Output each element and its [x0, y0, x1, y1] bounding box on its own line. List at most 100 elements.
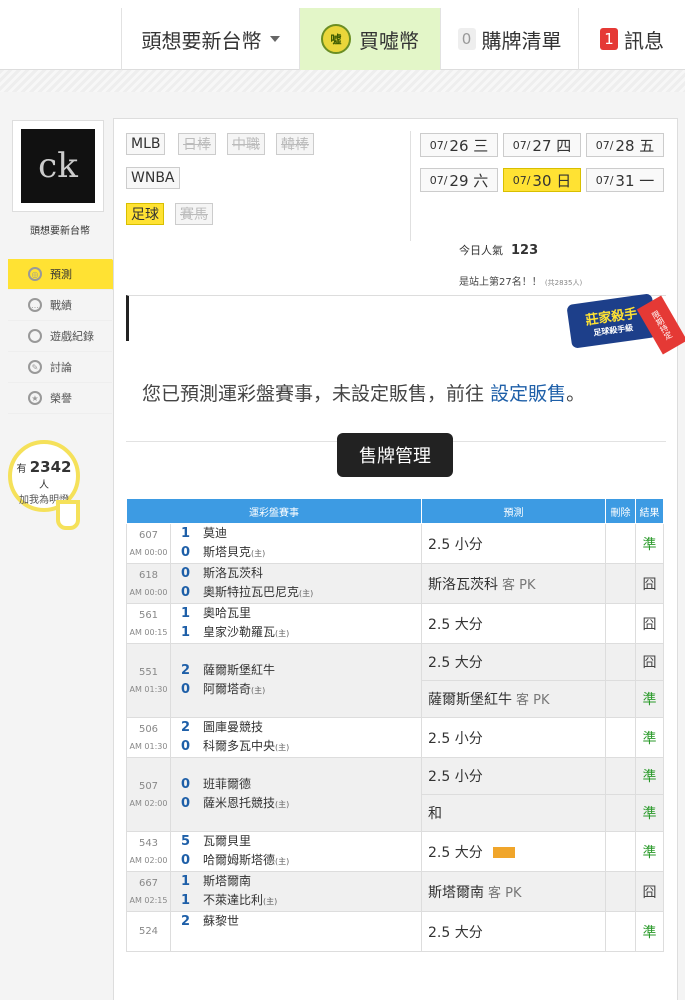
home-marker: (主)	[251, 549, 266, 558]
sidebar-item-discuss[interactable]: ✎ 討論	[8, 352, 112, 383]
home-score: 0	[181, 739, 191, 754]
away-score: 5	[181, 834, 191, 849]
delete-cell	[605, 563, 636, 604]
divider	[410, 131, 411, 241]
home-team: 0 阿爾塔奇(主)	[181, 680, 421, 700]
home-team: 1 不萊達比利(主)	[181, 891, 421, 911]
table-body: 607 AM 00:00 1 莫迪 0 斯塔貝克(主) 2.5 小分準 618 AM 00:00…	[126, 523, 664, 952]
date-0726[interactable]: 07/26 三	[420, 133, 498, 157]
teams-cell: 0 斯洛瓦茨科 0 奧斯特拉瓦巴尼克(主)	[170, 563, 422, 604]
date-month: 07/	[429, 173, 448, 187]
game-time: AM 02:00	[129, 798, 168, 808]
game-id: 524	[138, 926, 159, 937]
buy-coin-button[interactable]: 噓 買噓幣	[299, 8, 440, 70]
sidebar-item-game-log[interactable]: 遊戲紀錄	[8, 321, 112, 352]
delete-cell	[605, 523, 636, 564]
league-horse: 賽馬	[175, 203, 213, 225]
pencil-icon: ✎	[28, 360, 42, 374]
game-id-cell: 524	[126, 911, 171, 952]
date-month: 07/	[595, 138, 614, 152]
away-team-name: 奧哈瓦里	[203, 606, 252, 620]
prediction-main: 2.5 大分	[428, 924, 483, 941]
home-team: 0 薩米恩托競技(主)	[181, 794, 421, 814]
home-team: 0 奧斯特拉瓦巴尼克(主)	[181, 583, 421, 603]
circle-icon	[28, 329, 42, 343]
date-0727[interactable]: 07/27 四	[503, 133, 581, 157]
home-team: 0 斯塔貝克(主)	[181, 543, 421, 563]
sell-management-button[interactable]: 售牌管理	[337, 433, 453, 477]
sidebar-item-predict[interactable]: ◎ 預測	[8, 259, 124, 290]
home-team-name: 阿爾塔奇	[203, 682, 252, 696]
home-team-name: 哈爾姆斯塔德	[203, 853, 276, 867]
delete-cell	[605, 871, 636, 912]
league-npb: 日棒	[178, 133, 216, 155]
sidebar-item-label: 遊戲紀錄	[50, 330, 94, 343]
prediction-cell: 斯塔爾南客 PK	[421, 871, 606, 912]
date-day: 26 三	[449, 136, 489, 155]
teams-cell: 2 蘇黎世	[170, 911, 422, 952]
home-marker: (主)	[275, 743, 290, 752]
sidebar: ck 頭想要新台幣 ◎ 預測 … 戰績 遊戲紀錄 ✎ 討論 ★ 榮譽	[8, 120, 124, 414]
sidebar-item-record[interactable]: … 戰績	[8, 290, 112, 321]
rank: 是站上第27名！！ (共2835人)	[459, 273, 582, 288]
fans-count: 2342	[29, 458, 72, 476]
result-cell: 囧	[635, 603, 664, 644]
away-score: 0	[181, 777, 191, 792]
game-id-cell: 507 AM 02:00	[126, 757, 171, 832]
set-sale-link[interactable]: 設定販售	[490, 383, 566, 405]
date-day: 31 一	[615, 171, 655, 190]
home-score: 0	[181, 585, 191, 600]
result-cell: 準	[635, 523, 664, 564]
teams-cell: 2 圖庫曼競技 0 科爾多瓦中央(主)	[170, 717, 422, 758]
date-month: 07/	[429, 138, 448, 152]
header-result: 結果	[635, 498, 664, 524]
home-score: 0	[181, 545, 191, 560]
avatar[interactable]: ck	[12, 120, 104, 212]
prediction-main: 2.5 大分	[428, 616, 483, 633]
game-id-cell: 561 AM 00:15	[126, 603, 171, 644]
messages-button[interactable]: 1 訊息	[578, 8, 685, 70]
league-wnba[interactable]: WNBA	[126, 167, 180, 189]
purchase-list-button[interactable]: 0 購牌清單	[440, 8, 578, 70]
prediction-main: 2.5 大分	[428, 844, 483, 861]
home-score: 0	[181, 853, 191, 868]
date-day: 28 五	[615, 136, 655, 155]
date-0730[interactable]: 07/30 日	[503, 168, 581, 192]
delete-cell	[605, 911, 636, 952]
league-soccer[interactable]: 足球	[126, 203, 164, 225]
date-0731[interactable]: 07/31 一	[586, 168, 664, 192]
table-row: 543 AM 02:00 5 瓦爾貝里 0 哈爾姆斯塔德(主) 2.5 大分 準	[126, 831, 664, 872]
away-team: 1 斯塔爾南	[181, 872, 421, 891]
rank-text: 是站上第27名！！	[459, 277, 542, 288]
home-marker: (主)	[299, 589, 314, 598]
table-row: 561 AM 00:15 1 奧哈瓦里 1 皇家沙勒羅瓦(主) 2.5 大分 囧	[126, 603, 664, 644]
username: 頭想要新台幣	[30, 226, 90, 237]
game-time: AM 01:30	[129, 684, 168, 694]
header-divider	[0, 70, 685, 92]
home-score: 0	[181, 682, 191, 697]
game-id-cell: 607 AM 00:00	[126, 523, 171, 564]
away-score: 0	[181, 566, 191, 581]
home-marker: (主)	[251, 686, 266, 695]
fans-prefix: 有	[16, 464, 27, 475]
coin-icon: 噓	[321, 24, 351, 54]
home-team-name: 奧斯特拉瓦巴尼克	[203, 585, 300, 599]
home-team-name: 不萊達比利	[203, 893, 264, 907]
game-time: AM 02:15	[129, 895, 168, 905]
sidebar-item-honor[interactable]: ★ 榮譽	[8, 383, 112, 414]
league-mlb[interactable]: MLB	[126, 133, 166, 155]
prediction-main: 2.5 大分	[428, 655, 483, 671]
date-month: 07/	[512, 138, 531, 152]
away-team: 0 斯洛瓦茨科	[181, 564, 421, 583]
result-cell: 準	[635, 794, 664, 832]
date-0728[interactable]: 07/28 五	[586, 133, 664, 157]
home-score: 0	[181, 796, 191, 811]
user-menu[interactable]: 頭想要新台幣	[121, 8, 299, 70]
prediction-sub: 客 PK	[516, 693, 550, 708]
delete-cell	[605, 717, 636, 758]
date-0729[interactable]: 07/29 六	[420, 168, 498, 192]
table-row: 551 AM 01:30 2 薩爾斯堡紅牛 0 阿爾塔奇(主) 2.5 大分 囧	[126, 643, 664, 718]
prediction-cell: 2.5 小分	[421, 523, 606, 564]
away-team: 2 圖庫曼競技	[181, 718, 421, 737]
medal-icon: ★	[28, 391, 42, 405]
